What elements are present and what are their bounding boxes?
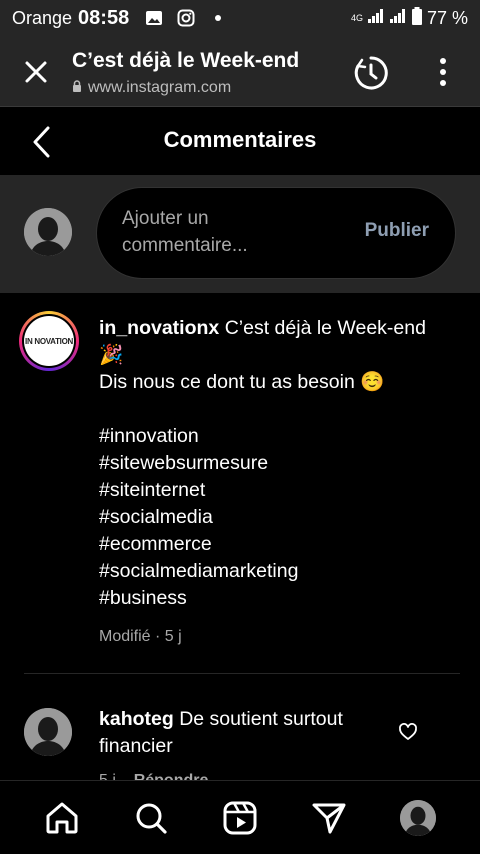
gallery-notification-icon [145,9,163,27]
comment-composer: Ajouter un commentaire... Publier [0,175,480,293]
bottom-navigation [0,780,480,854]
page-title: Commentaires [163,127,317,152]
divider [24,673,460,674]
brand-logo: IN NOVATION [24,316,74,366]
url-text: www.instagram.com [88,79,232,96]
notification-dot-icon [209,9,227,27]
comment-input-placeholder: Ajouter un commentaire... [122,208,248,256]
commenter-avatar[interactable] [24,708,72,756]
hashtag[interactable]: #socialmedia [99,504,459,531]
story-ring[interactable]: IN NOVATION [19,311,79,371]
party-emoji: 🎉 [99,344,124,366]
more-vertical-icon[interactable] [436,56,450,90]
battery-icon [411,6,423,30]
comment-input[interactable]: Ajouter un commentaire... Publier [96,187,456,279]
browser-url[interactable]: www.instagram.com [72,79,231,97]
search-icon[interactable] [131,798,171,838]
network-type: 4G [350,13,363,23]
comment-text-block: kahoteg De soutient surtout financier [99,706,389,760]
hashtag[interactable]: #ecommerce [99,531,459,558]
signal-icon [367,8,385,29]
status-bar: Orange 08:58 4G 77 % [0,0,480,36]
browser-page-title: C’est déjà le Week-end [72,49,300,72]
status-indicators: 4G 77 % [350,6,468,30]
hashtag[interactable]: #siteinternet [99,477,459,504]
history-timer-icon[interactable] [352,54,390,92]
browser-toolbar: C’est déjà le Week-end www.instagram.com [0,36,480,107]
send-icon[interactable] [309,798,349,838]
publish-button[interactable]: Publier [365,220,429,242]
battery-percent: 77 % [426,7,468,28]
lock-icon [72,79,82,97]
caption-first-line: in_novationx C’est déjà le Week-end [99,315,459,342]
hashtag[interactable]: #sitewebsurmesure [99,450,459,477]
hashtag[interactable]: #innovation [99,423,459,450]
signal-icon-2 [389,8,407,29]
clock: 08:58 [78,6,130,29]
commenter-username[interactable]: kahoteg [99,708,174,730]
post-username[interactable]: in_novationx [99,317,219,339]
instagram-notification-icon [177,9,195,27]
hashtag[interactable]: #socialmediamarketing [99,558,459,585]
close-icon[interactable] [22,58,50,86]
caption-text-2: Dis nous ce dont tu as besoin ☺️ [99,371,385,393]
reels-icon[interactable] [220,798,260,838]
current-user-avatar [24,208,72,256]
caption-body: in_novationx C’est déjà le Week-end 🎉 Di… [99,315,459,650]
post-meta: Modifié · 5 j [99,628,182,645]
comments-header: Commentaires [0,107,480,175]
home-icon[interactable] [42,798,82,838]
caption-text: C’est déjà le Week-end [224,317,426,339]
heart-outline-icon[interactable] [398,722,418,742]
hashtag[interactable]: #business [99,585,459,612]
carrier-label: Orange [12,7,73,28]
profile-avatar[interactable] [398,798,438,838]
